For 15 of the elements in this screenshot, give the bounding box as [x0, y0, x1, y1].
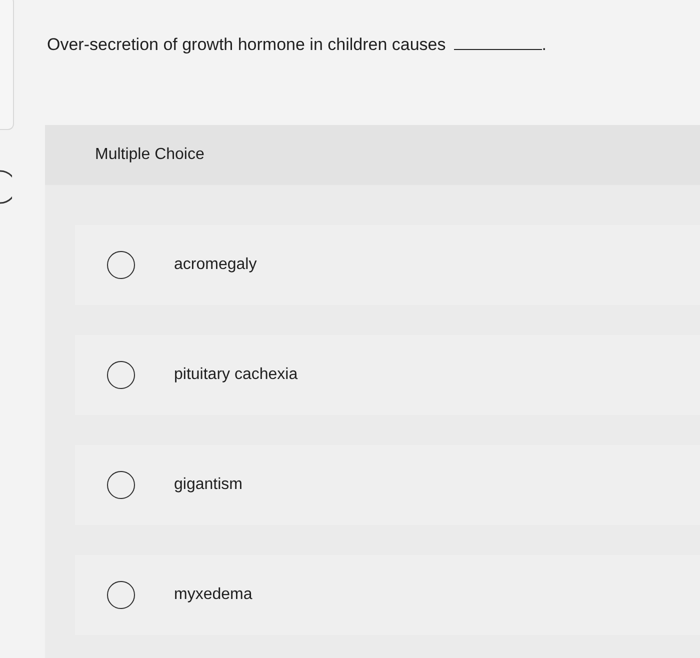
- option-label: pituitary cachexia: [174, 366, 298, 384]
- radio-button[interactable]: [107, 471, 135, 499]
- panel-title: Multiple Choice: [95, 146, 204, 164]
- radio-button[interactable]: [107, 251, 135, 279]
- period: .: [542, 35, 546, 55]
- answer-option[interactable]: gigantism: [75, 445, 700, 525]
- radio-button[interactable]: [107, 361, 135, 389]
- answer-option[interactable]: pituitary cachexia: [75, 335, 700, 415]
- answer-option[interactable]: myxedema: [75, 555, 700, 635]
- option-label: gigantism: [174, 476, 242, 494]
- option-label: acromegaly: [174, 256, 257, 274]
- radio-button[interactable]: [107, 581, 135, 609]
- option-label: myxedema: [174, 586, 252, 604]
- answer-option[interactable]: acromegaly: [75, 225, 700, 305]
- question-text: Over-secretion of growth hormone in children causes: [47, 35, 446, 55]
